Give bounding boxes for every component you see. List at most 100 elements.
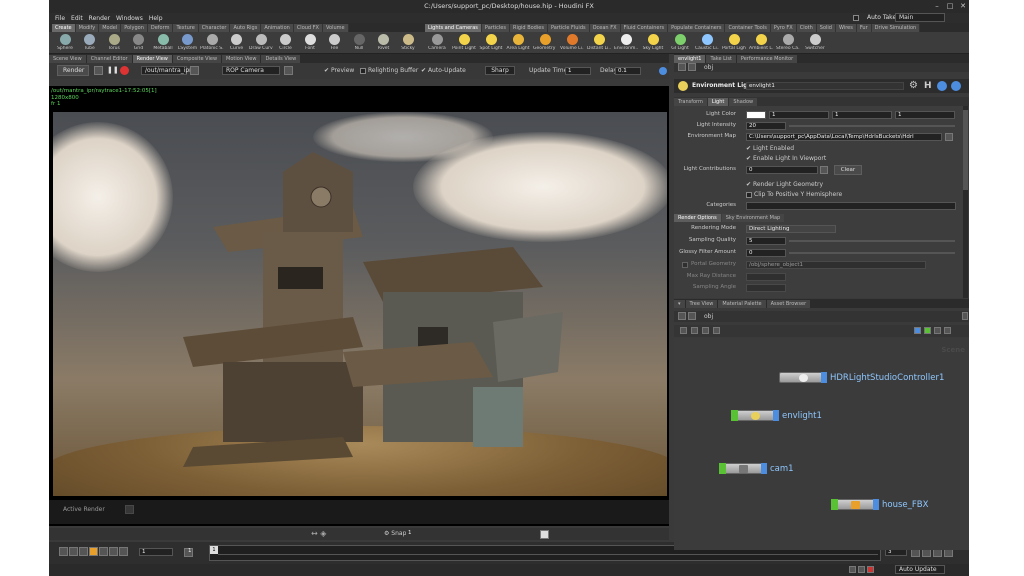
node-bypass-flag[interactable]: [719, 463, 726, 474]
tool-sticky[interactable]: Sticky: [396, 34, 420, 51]
node-cam1[interactable]: [719, 463, 767, 474]
portal-field[interactable]: /obj/sphere_object1: [746, 261, 926, 269]
output-driver-menu-icon[interactable]: [190, 66, 199, 75]
shelf-tab-polygon[interactable]: Polygon: [121, 24, 148, 32]
camera-menu-icon[interactable]: [284, 66, 293, 75]
tool-draw-curve[interactable]: Draw Curve: [249, 34, 273, 51]
shelf-tab-lights-and-cameras[interactable]: Lights and Cameras: [425, 24, 482, 32]
max-ray-field[interactable]: [746, 273, 786, 281]
node-name-field[interactable]: envlight1: [746, 82, 904, 90]
tab-light[interactable]: Light: [707, 98, 729, 106]
menu-file[interactable]: File: [55, 15, 65, 22]
network-path[interactable]: obj: [704, 313, 713, 320]
node-label-house-fbx[interactable]: house_FBX: [882, 500, 928, 510]
net-view-icon[interactable]: [944, 327, 951, 334]
render-viewport[interactable]: /out/mantra_ipr/raytrace1-17:52:05[1] 12…: [49, 86, 669, 526]
grid-icon[interactable]: [125, 505, 134, 514]
shelf-tab-model[interactable]: Model: [99, 24, 122, 32]
param-scrollbar[interactable]: [963, 106, 968, 298]
step-forward-icon[interactable]: [109, 547, 118, 556]
shelf-tab-texture[interactable]: Texture: [173, 24, 199, 32]
node-display-flag[interactable]: [761, 463, 767, 474]
timeline-marker[interactable]: 1: [210, 546, 218, 554]
snap-square-icon[interactable]: [540, 530, 549, 539]
tab-sky-env-map[interactable]: Sky Environment Map: [721, 214, 785, 222]
output-driver-select[interactable]: /out/mantra_ipr: [141, 66, 192, 75]
env-map-browse-icon[interactable]: [945, 133, 953, 141]
net-forward-icon[interactable]: [688, 312, 696, 320]
forward-icon[interactable]: [688, 63, 696, 71]
close-button[interactable]: ✕: [959, 2, 967, 10]
update-time-field[interactable]: 1: [565, 67, 591, 75]
node-label-cam1[interactable]: cam1: [770, 464, 794, 474]
status-icon-a[interactable]: [849, 566, 856, 573]
node-house-fbx[interactable]: [831, 499, 879, 510]
tool-point-light[interactable]: Point Light: [452, 34, 476, 51]
param-path[interactable]: obj: [704, 64, 713, 71]
node-bypass-flag[interactable]: [731, 410, 738, 421]
minimize-button[interactable]: –: [933, 2, 941, 10]
tool-font[interactable]: Font: [298, 34, 322, 51]
go-start-icon[interactable]: [59, 547, 68, 556]
tab-shadow[interactable]: Shadow: [729, 98, 758, 106]
tool-grid[interactable]: Grid: [127, 34, 151, 51]
tool-rivet[interactable]: Rivet: [372, 34, 396, 51]
tool-stereo-ca-[interactable]: Stereo Ca...: [776, 34, 800, 51]
menu-windows[interactable]: Windows: [116, 15, 143, 22]
refresh-icon[interactable]: [94, 66, 103, 75]
shelf-tab-rigid-bodies[interactable]: Rigid Bodies: [510, 24, 548, 32]
shelf-tab-cloud-fx[interactable]: Cloud FX: [293, 24, 323, 32]
tool-platonic-s-[interactable]: Platonic S...: [200, 34, 224, 51]
go-end-icon[interactable]: [119, 547, 128, 556]
light-color-b-field[interactable]: 1: [895, 111, 955, 119]
shelf-tab-volume[interactable]: Volume: [323, 24, 349, 32]
stop-icon[interactable]: [120, 66, 129, 75]
tab-scene-view[interactable]: Scene View: [49, 55, 86, 63]
question-icon[interactable]: [951, 81, 961, 91]
tab-asset-browser[interactable]: Asset Browser: [766, 300, 811, 308]
play-reverse-icon[interactable]: [79, 547, 88, 556]
shelf-tab-character[interactable]: Character: [198, 24, 231, 32]
start-frame-field[interactable]: 1: [186, 548, 206, 556]
tab-transform[interactable]: Transform: [674, 98, 707, 106]
node-label-hdrlightstudio[interactable]: HDRLightStudioController1: [830, 373, 944, 383]
net-back-icon[interactable]: [678, 312, 686, 320]
relighting-checkbox[interactable]: [360, 67, 366, 74]
tool-caustic-li-[interactable]: Caustic Li...: [695, 34, 719, 51]
tab-network-prefix[interactable]: ▾: [674, 300, 685, 308]
sharp-select[interactable]: Sharp: [485, 66, 515, 75]
contributions-menu-icon[interactable]: [820, 166, 828, 174]
clip-toggle[interactable]: Clip To Positive Y Hemisphere: [746, 191, 842, 198]
net-tool-a-icon[interactable]: [914, 327, 921, 334]
shelf-tab-auto-rigs[interactable]: Auto Rigs: [230, 24, 262, 32]
sampling-quality-field[interactable]: 5: [746, 237, 786, 245]
relighting-buffer-toggle[interactable]: Relighting Buffer: [360, 67, 418, 74]
auto-takes-checkbox[interactable]: [853, 14, 859, 21]
tab-motion-view[interactable]: Motion View: [222, 55, 261, 63]
shelf-tab-deform[interactable]: Deform: [147, 24, 174, 32]
tab-tree-view[interactable]: Tree View: [685, 300, 718, 308]
tool-circle[interactable]: Circle: [274, 34, 298, 51]
light-color-r-field[interactable]: 1: [769, 111, 829, 119]
tab-take-list[interactable]: Take List: [706, 55, 736, 63]
shelf-tab-container-tools[interactable]: Container Tools: [725, 24, 771, 32]
sampling-angle-field[interactable]: [746, 284, 786, 292]
tool-null[interactable]: Null: [347, 34, 371, 51]
node-display-flag[interactable]: [821, 372, 827, 383]
auto-update-toggle[interactable]: ✔ Auto-Update: [421, 67, 466, 74]
shelf-tab-solid[interactable]: Solid: [816, 24, 836, 32]
menu-help[interactable]: Help: [149, 15, 163, 22]
node-bypass-flag[interactable]: [831, 499, 838, 510]
clip-checkbox[interactable]: [746, 191, 752, 198]
shelf-tab-create[interactable]: Create: [52, 24, 76, 32]
tool-torus[interactable]: Torus: [102, 34, 126, 51]
tool-geometry-[interactable]: Geometry ...: [533, 34, 557, 51]
intensity-slider[interactable]: [789, 125, 955, 127]
tool-tube[interactable]: Tube: [78, 34, 102, 51]
play-icon[interactable]: [99, 547, 108, 556]
shelf-tab-cloth[interactable]: Cloth: [796, 24, 817, 32]
net-tool-b-icon[interactable]: [924, 327, 931, 334]
tool-file[interactable]: File: [323, 34, 347, 51]
shelf-tab-pyro-fx[interactable]: Pyro FX: [770, 24, 797, 32]
delay-field[interactable]: 0.1: [615, 67, 641, 75]
